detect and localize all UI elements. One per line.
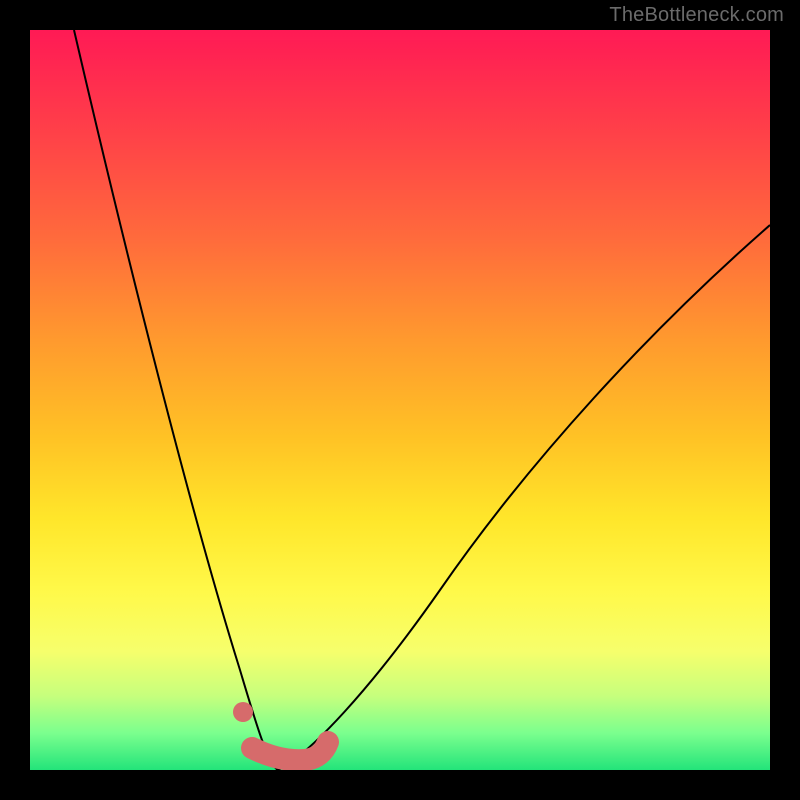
bottleneck-curve-left xyxy=(74,30,278,770)
optimal-range-marker xyxy=(252,742,328,760)
curve-layer xyxy=(30,30,770,770)
plot-area xyxy=(30,30,770,770)
watermark-text: TheBottleneck.com xyxy=(609,4,784,27)
marker-start-dot xyxy=(233,702,253,722)
bottleneck-curve-right xyxy=(278,225,770,770)
chart-frame: TheBottleneck.com xyxy=(0,0,800,800)
